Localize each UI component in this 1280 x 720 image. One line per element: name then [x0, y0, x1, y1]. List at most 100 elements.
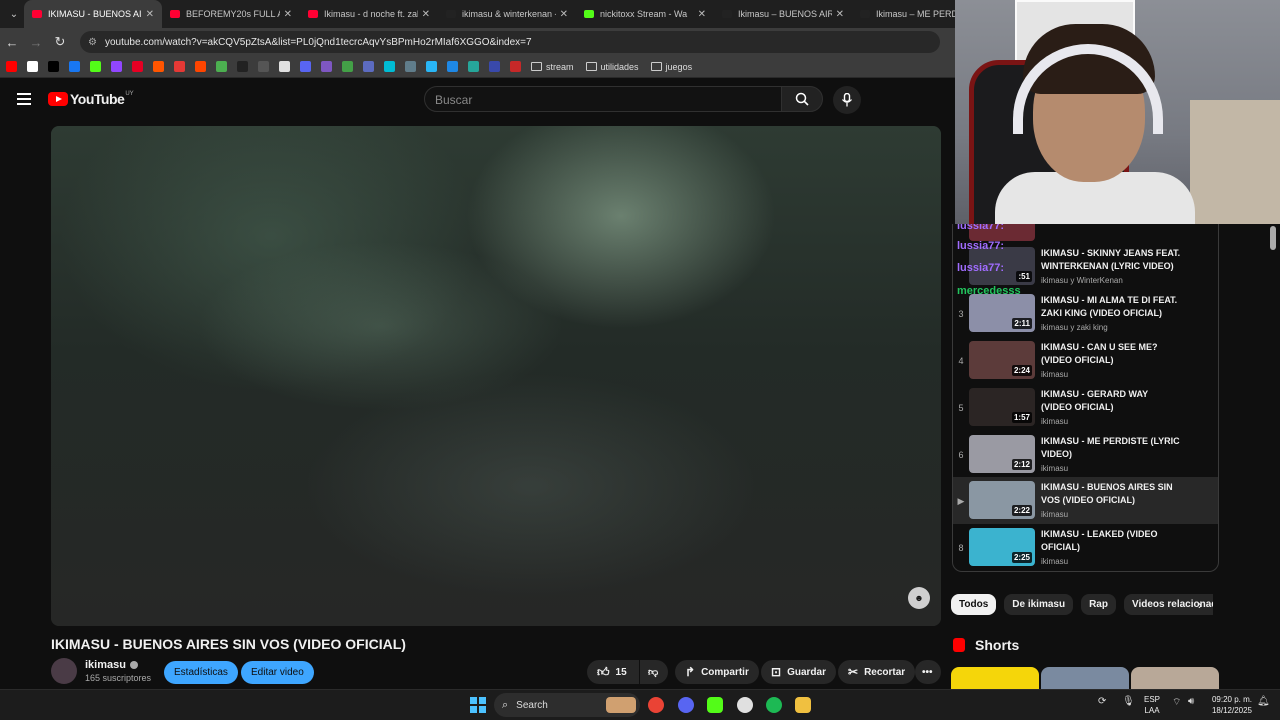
youtube-logo[interactable]: YouTube UY [48, 91, 134, 107]
playlist-item[interactable]: 6 2:12 IKIMASU - ME PERDISTE (LYRIC VIDEO)… [953, 431, 1218, 478]
more-dots-icon: ••• [922, 666, 933, 678]
discord-icon[interactable] [678, 697, 694, 713]
bookmark-icon[interactable] [426, 61, 437, 72]
bookmark-icon[interactable] [111, 61, 122, 72]
short-thumbnail[interactable] [1131, 667, 1219, 689]
clock[interactable]: 09:20 p. m. 18/12/2025 [1208, 694, 1252, 716]
playlist-item[interactable]: 4 2:24 IKIMASU - CAN U SEE ME? (VIDEO OFIC… [953, 337, 1218, 384]
browser-tab[interactable]: BEFOREMY20s FULL ALBU✕ [162, 0, 300, 28]
browser-tab[interactable]: IKIMASU - BUENOS AIRES✕ [24, 0, 162, 28]
playlist-thumbnail[interactable]: 2:24 [969, 341, 1035, 379]
wifi-icon[interactable]: ⌔ [1172, 696, 1181, 709]
chrome-icon[interactable] [648, 697, 664, 713]
bookmark-icon[interactable] [153, 61, 164, 72]
playlist-thumbnail[interactable]: 2:11 [969, 294, 1035, 332]
search-input[interactable]: Buscar [424, 86, 782, 112]
chip-de-ikimasu[interactable]: De ikimasu [1004, 593, 1074, 615]
clip-button[interactable]: ✂ Recortar [838, 660, 916, 684]
short-thumbnail[interactable] [951, 667, 1039, 689]
stats-button[interactable]: Estadísticas [164, 661, 238, 684]
channel-name[interactable]: ikimasu [85, 659, 151, 671]
bookmark-icon[interactable] [90, 61, 101, 72]
close-tab-icon[interactable]: ✕ [560, 9, 568, 20]
chip-rap[interactable]: Rap [1081, 593, 1116, 615]
channel-avatar[interactable] [51, 658, 77, 684]
close-tab-icon[interactable]: ✕ [284, 9, 292, 20]
kick-icon[interactable] [707, 697, 723, 713]
reload-icon[interactable]: ↻ [48, 34, 72, 50]
close-tab-icon[interactable]: ✕ [836, 9, 844, 20]
notification-bell-icon[interactable]: 🔔︎ [1257, 696, 1270, 707]
file-explorer-icon[interactable] [795, 697, 811, 713]
bookmark-icon[interactable] [174, 61, 185, 72]
close-tab-icon[interactable]: ✕ [698, 9, 706, 20]
network-icon[interactable]: ⟳ [1098, 696, 1106, 707]
windows-start-icon[interactable] [470, 697, 486, 713]
bookmark-icon[interactable] [468, 61, 479, 72]
close-tab-icon[interactable]: ✕ [146, 9, 154, 20]
chip-todos[interactable]: Todos [951, 593, 997, 615]
obs-icon[interactable] [737, 697, 753, 713]
share-button[interactable]: ↱ Compartir [675, 660, 759, 684]
like-button[interactable]: 👍︎ 15 [587, 660, 639, 684]
video-player[interactable]: ☻ [51, 126, 941, 626]
bookmark-icon[interactable] [216, 61, 227, 72]
playlist-item[interactable]: 3 2:11 IKIMASU - MI ALMA TE DI FEAT. ZAKI … [953, 290, 1218, 337]
channel-watermark-icon[interactable]: ☻ [908, 587, 930, 609]
short-thumbnail[interactable] [1041, 667, 1129, 689]
widget-app-icon[interactable] [606, 697, 636, 713]
stream-chat-username: lussia77: [957, 240, 1005, 252]
search-button[interactable] [781, 86, 823, 112]
save-button[interactable]: ⊡ Guardar [761, 660, 836, 684]
chevron-right-icon[interactable]: › [1198, 598, 1202, 612]
close-tab-icon[interactable]: ✕ [422, 9, 430, 20]
browser-tab[interactable]: Ikimasu – BUENOS AIRES✕ [714, 0, 852, 28]
more-actions-button[interactable]: ••• [915, 660, 941, 684]
url-field[interactable]: ⚙ youtube.com/watch?v=akCQV5pZtsA&list=P… [80, 31, 940, 53]
browser-tab[interactable]: nickitoxx Stream - Wa ✕ [576, 0, 714, 28]
microphone-tray-icon[interactable]: 🎙︎ [1122, 696, 1135, 707]
bookmark-folder-stream[interactable]: stream [531, 62, 574, 72]
bookmark-icon[interactable] [447, 61, 458, 72]
bookmark-folder-juegos[interactable]: juegos [650, 62, 692, 72]
back-arrow-icon[interactable]: ← [0, 35, 24, 50]
bookmark-icon[interactable] [69, 61, 80, 72]
bookmark-icon[interactable] [258, 61, 269, 72]
bookmark-icon[interactable] [363, 61, 374, 72]
browser-tab[interactable]: Ikimasu - d noche ft. zaki ✕ [300, 0, 438, 28]
bookmark-icon[interactable] [342, 61, 353, 72]
site-info-icon[interactable]: ⚙ [88, 37, 97, 48]
tab-search-chevron-icon[interactable]: ⌄ [4, 4, 24, 24]
bookmark-icon[interactable] [237, 61, 248, 72]
menu-hamburger-icon[interactable] [17, 93, 31, 105]
edit-video-button[interactable]: Editar video [241, 661, 314, 684]
bookmark-folder-utilidades[interactable]: utilidades [585, 62, 639, 72]
bookmark-icon[interactable] [510, 61, 521, 72]
playlist-thumbnail[interactable]: 2:25 [969, 528, 1035, 566]
playlist-thumbnail[interactable]: 1:57 [969, 388, 1035, 426]
playlist-thumbnail[interactable]: 2:22 [969, 481, 1035, 519]
forward-arrow-icon[interactable]: → [24, 35, 48, 50]
bookmark-icon[interactable] [6, 61, 17, 72]
bookmark-icon[interactable] [132, 61, 143, 72]
dislike-button[interactable]: 👎︎ [640, 660, 668, 684]
playlist-item[interactable]: 8 2:25 IKIMASU - LEAKED (VIDEO OFICIAL) iki… [953, 524, 1218, 571]
bookmark-icon[interactable] [489, 61, 500, 72]
bookmark-icon[interactable] [279, 61, 290, 72]
browser-tab[interactable]: ikimasu & winterkenan - ✕ [438, 0, 576, 28]
language-indicator[interactable]: ESP LAA [1144, 694, 1160, 716]
voice-search-button[interactable] [833, 86, 861, 114]
bookmark-icon[interactable] [321, 61, 332, 72]
playlist-thumbnail[interactable]: 2:12 [969, 435, 1035, 473]
bookmark-icon[interactable] [27, 61, 38, 72]
bookmark-icon[interactable] [384, 61, 395, 72]
bookmark-icon[interactable] [48, 61, 59, 72]
playlist-item[interactable]: ▶ 2:22 IKIMASU - BUENOS AIRES SIN VOS (VID… [953, 477, 1218, 524]
spotify-icon[interactable] [766, 697, 782, 713]
volume-icon[interactable]: 🔊︎ [1188, 696, 1194, 707]
page-scrollbar[interactable] [1270, 226, 1276, 250]
bookmark-icon[interactable] [405, 61, 416, 72]
bookmark-icon[interactable] [195, 61, 206, 72]
bookmark-icon[interactable] [300, 61, 311, 72]
playlist-item[interactable]: 5 1:57 IKIMASU - GERARD WAY (VIDEO OFICIAL… [953, 384, 1218, 431]
